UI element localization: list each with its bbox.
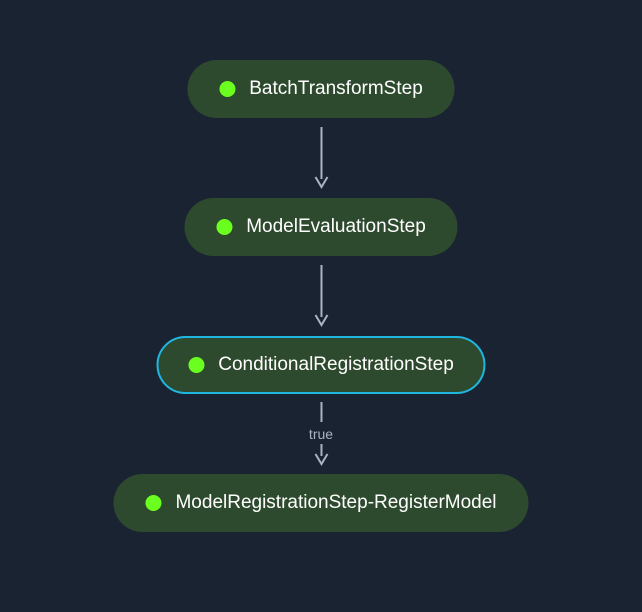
arrow-down-icon: [314, 261, 328, 331]
pipeline-step[interactable]: ModelRegistrationStep-RegisterModel: [113, 474, 528, 532]
pipeline-step-selected[interactable]: ConditionalRegistrationStep: [156, 336, 486, 394]
pipeline-graph: BatchTransformStep ModelEvaluationStep C…: [113, 60, 528, 532]
step-label: ConditionalRegistrationStep: [218, 354, 454, 376]
pipeline-edge: [314, 256, 328, 336]
pipeline-step[interactable]: ModelEvaluationStep: [184, 198, 458, 256]
status-success-icon: [145, 495, 161, 511]
pipeline-edge: [314, 118, 328, 198]
status-success-icon: [216, 219, 232, 235]
step-label: BatchTransformStep: [249, 78, 423, 100]
arrow-down-icon: [314, 444, 328, 468]
pipeline-step[interactable]: BatchTransformStep: [187, 60, 455, 118]
arrow-down-icon: [314, 123, 328, 193]
edge-label: true: [309, 426, 333, 442]
line-segment-icon: [314, 400, 328, 424]
pipeline-edge: true: [309, 394, 333, 474]
step-label: ModelRegistrationStep-RegisterModel: [175, 492, 496, 514]
status-success-icon: [219, 81, 235, 97]
step-label: ModelEvaluationStep: [246, 216, 426, 238]
status-success-icon: [188, 357, 204, 373]
